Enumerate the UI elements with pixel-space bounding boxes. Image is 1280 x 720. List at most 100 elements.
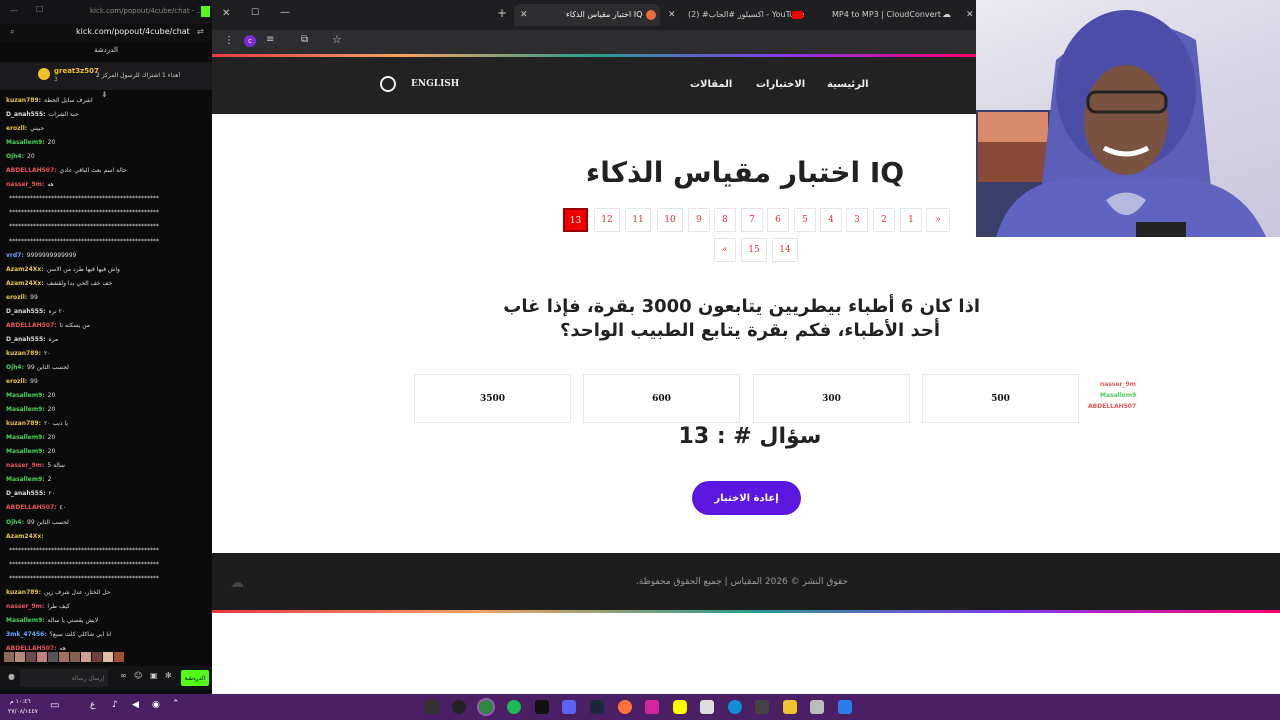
answer-option[interactable]: 500 <box>922 374 1079 423</box>
notification-icon[interactable]: ▭ <box>50 700 59 711</box>
chat-send-button[interactable]: الدردشة <box>181 670 209 686</box>
chat-username[interactable]: Masallem9: <box>6 434 45 441</box>
tab-cloudconvert[interactable]: MP4 to MP3 | CloudConvert ☁ ✕ <box>812 4 976 26</box>
page-button[interactable]: 8 <box>714 208 736 232</box>
taskbar-snapchat-icon[interactable] <box>673 700 687 714</box>
chat-address-bar[interactable]: ⌕ kick.com/popout/4cube/chat ⇄ <box>0 24 212 42</box>
taskbar-app-icon[interactable] <box>425 700 439 714</box>
taskbar-firefox-icon[interactable] <box>618 700 632 714</box>
close-window-icon[interactable]: ✕ <box>222 8 230 19</box>
emote-icon[interactable] <box>114 652 124 662</box>
emote-icon[interactable] <box>92 652 102 662</box>
page-button[interactable]: « <box>714 238 736 262</box>
chat-username[interactable]: Masallem9: <box>6 448 45 455</box>
language-indicator[interactable]: ع <box>90 700 95 710</box>
chat-username[interactable]: Masallem9: <box>6 392 45 399</box>
taskbar-obs-icon[interactable] <box>452 700 466 714</box>
page-button[interactable]: » <box>926 208 950 232</box>
chat-username[interactable]: erozll: <box>6 294 27 301</box>
gift-box-icon[interactable]: ▣ <box>150 671 158 680</box>
nav-home[interactable]: الرئيسية <box>827 79 869 90</box>
answer-option[interactable]: 3500 <box>414 374 571 423</box>
page-button-current[interactable]: 13 <box>563 208 588 232</box>
chat-username[interactable]: nasser_9m: <box>6 181 44 188</box>
page-button[interactable]: 15 <box>741 238 767 262</box>
network-icon[interactable]: ◉ <box>152 700 160 710</box>
nav-english[interactable]: ENGLISH <box>411 79 459 89</box>
restore-window-icon[interactable]: ☐ <box>251 8 259 18</box>
emote-icon[interactable] <box>4 652 14 662</box>
taskbar-app-icon[interactable] <box>755 700 769 714</box>
nav-articles[interactable]: المقالات <box>690 79 732 90</box>
chat-username[interactable]: vrd7: <box>6 252 24 259</box>
page-button[interactable]: 2 <box>873 208 895 232</box>
new-tab-icon[interactable]: + <box>497 6 507 20</box>
chat-username[interactable]: Masallem9: <box>6 476 45 483</box>
taskbar-spotify-icon[interactable] <box>507 700 521 714</box>
chat-username[interactable]: erozll: <box>6 378 27 385</box>
retry-button[interactable]: إعادة الاختبار <box>692 481 801 515</box>
answer-option[interactable]: 600 <box>583 374 740 423</box>
chat-username[interactable]: Azam24Xx: <box>6 533 44 540</box>
tune-icon[interactable]: ≡ <box>266 34 274 45</box>
chat-username[interactable]: Azam24Xx: <box>6 266 44 273</box>
emote-icon[interactable] <box>37 652 47 662</box>
emoji-icon[interactable]: ☺ <box>134 671 142 680</box>
chat-username[interactable]: ABDELLAH507: <box>6 645 57 652</box>
chat-username[interactable]: 3mk_47456: <box>6 631 47 638</box>
taskbar-app-icon[interactable] <box>700 700 714 714</box>
chat-username[interactable]: kuzan789: <box>6 350 41 357</box>
tray-expand-icon[interactable]: ⌃ <box>172 699 180 709</box>
chat-username[interactable]: D_anah555: <box>6 111 46 118</box>
chat-username[interactable]: D_anah555: <box>6 336 46 343</box>
chat-username[interactable]: D_anah555: <box>6 490 46 497</box>
emote-icon[interactable] <box>81 652 91 662</box>
infinity-icon[interactable]: ∞ <box>120 671 127 680</box>
page-button[interactable]: 9 <box>688 208 710 232</box>
page-button[interactable]: 5 <box>794 208 816 232</box>
mic-icon[interactable]: ● <box>8 672 15 681</box>
pinned-message[interactable]: great3z507 3 أهداء 1 اشتراك للرسول المرك… <box>0 62 212 90</box>
menu-dots-icon[interactable]: ⋮ <box>224 35 234 46</box>
page-button[interactable]: 11 <box>625 208 651 232</box>
chat-username[interactable]: kuzan789: <box>6 420 41 427</box>
tab-youtube[interactable]: ✕ (2) #اكسبلور #الحاب - YouTube <box>668 4 808 26</box>
taskbar-discord-icon[interactable] <box>562 700 576 714</box>
gear-icon[interactable]: ✻ <box>165 671 172 680</box>
taskbar-steam-icon[interactable] <box>590 700 604 714</box>
taskbar-chrome-icon[interactable] <box>477 698 495 716</box>
chat-username[interactable]: ABDELLAH507: <box>6 504 57 511</box>
emote-icon[interactable] <box>59 652 69 662</box>
extensions-icon[interactable]: ⧉ <box>301 34 308 45</box>
taskbar-terminal-icon[interactable] <box>535 700 549 714</box>
page-button[interactable]: 7 <box>741 208 763 232</box>
microphone-icon[interactable]: ♪ <box>112 700 118 710</box>
chat-username[interactable]: ABDELLAH507: <box>6 322 57 329</box>
emote-icon[interactable] <box>70 652 80 662</box>
page-button[interactable]: 6 <box>767 208 789 232</box>
page-button[interactable]: 4 <box>820 208 842 232</box>
site-search-icon[interactable] <box>380 76 396 92</box>
answer-option[interactable]: 300 <box>753 374 910 423</box>
page-button[interactable]: 1 <box>900 208 922 232</box>
tab-iq-test[interactable]: ✕ اختبار مقياس الذكاء IQ <box>514 4 660 26</box>
chat-username[interactable]: erozll: <box>6 125 27 132</box>
taskbar-edge-icon[interactable] <box>728 700 742 714</box>
chat-username[interactable]: Masallem9: <box>6 406 45 413</box>
maximize-icon[interactable]: ☐ <box>36 5 43 14</box>
chat-username[interactable]: Masallem9: <box>6 139 45 146</box>
chat-username[interactable]: kuzan789: <box>6 589 41 596</box>
chat-username[interactable]: Ojh4: <box>6 519 24 526</box>
settings-icon[interactable]: ⇄ <box>197 27 204 36</box>
minimize-icon[interactable]: — <box>10 6 18 15</box>
emote-icon[interactable] <box>26 652 36 662</box>
chat-username[interactable]: Masallem9: <box>6 617 45 624</box>
chat-username[interactable]: ABDELLAH507: <box>6 167 57 174</box>
tab-close-icon[interactable]: ✕ <box>966 4 974 26</box>
page-button[interactable]: 3 <box>846 208 868 232</box>
emote-icon[interactable] <box>48 652 58 662</box>
chat-username[interactable]: Ojh4: <box>6 364 24 371</box>
chat-username[interactable]: nasser_9m: <box>6 462 44 469</box>
emote-icon[interactable] <box>15 652 25 662</box>
emote-bar[interactable] <box>4 652 134 664</box>
